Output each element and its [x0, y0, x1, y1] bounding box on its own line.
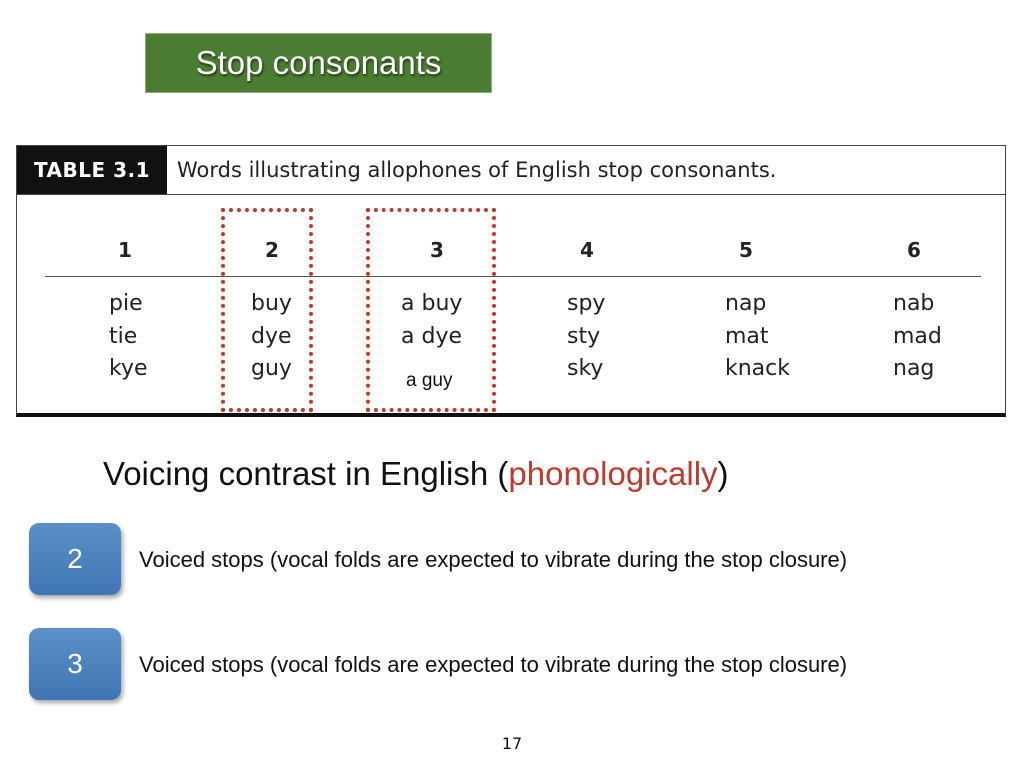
- column-words-6: nab mad nag: [893, 288, 942, 386]
- table-cell: tie: [109, 323, 138, 349]
- overlay-label-a-guy: a guy: [404, 370, 455, 392]
- row-description-1: Voiced stops (vocal folds are expected t…: [139, 547, 848, 572]
- column-words-1: pie tie kye: [109, 288, 148, 386]
- badge-column-2: 2: [29, 523, 121, 595]
- table-figure: TABLE 3.1 Words illustrating allophones …: [16, 145, 1006, 417]
- table-number-tag: TABLE 3.1: [17, 146, 167, 194]
- page-number: 17: [501, 734, 523, 753]
- table-cell: mat: [725, 323, 769, 349]
- table-cell: mad: [893, 323, 942, 349]
- table-caption-row: TABLE 3.1 Words illustrating allophones …: [17, 146, 1005, 195]
- column-header-4: 4: [580, 238, 594, 262]
- voicing-contrast-heading: Voicing contrast in English (phonologica…: [103, 455, 729, 493]
- table-caption: Words illustrating allophones of English…: [177, 158, 777, 182]
- table-cell: knack: [725, 356, 791, 381]
- column-header-6: 6: [907, 238, 921, 262]
- table-cell: nap: [725, 291, 767, 316]
- table-cell: sty: [567, 323, 601, 349]
- column-words-4: spy sty sky: [567, 288, 605, 386]
- badge-column-3: 3: [29, 628, 121, 700]
- row-description-2: Voiced stops (vocal folds are expected t…: [139, 652, 848, 677]
- heading-prefix: Voicing contrast in English (: [103, 455, 509, 492]
- heading-accent-word: phonologically: [508, 455, 718, 492]
- column-words-5: nap mat knack: [725, 288, 790, 386]
- column-2-highlight: [221, 208, 313, 412]
- heading-suffix: ): [717, 455, 729, 492]
- column-header-1: 1: [118, 238, 132, 262]
- column-header-5: 5: [739, 238, 753, 262]
- table-cell: sky: [567, 356, 604, 381]
- table-cell: kye: [109, 356, 148, 381]
- slide-title-box: Stop consonants: [145, 33, 492, 93]
- table-cell: nag: [893, 356, 935, 381]
- slide-title: Stop consonants: [195, 44, 442, 81]
- table-cell: nab: [893, 291, 935, 316]
- header-rule: [45, 276, 981, 277]
- table-cell: pie: [109, 291, 143, 316]
- table-cell: spy: [567, 291, 606, 316]
